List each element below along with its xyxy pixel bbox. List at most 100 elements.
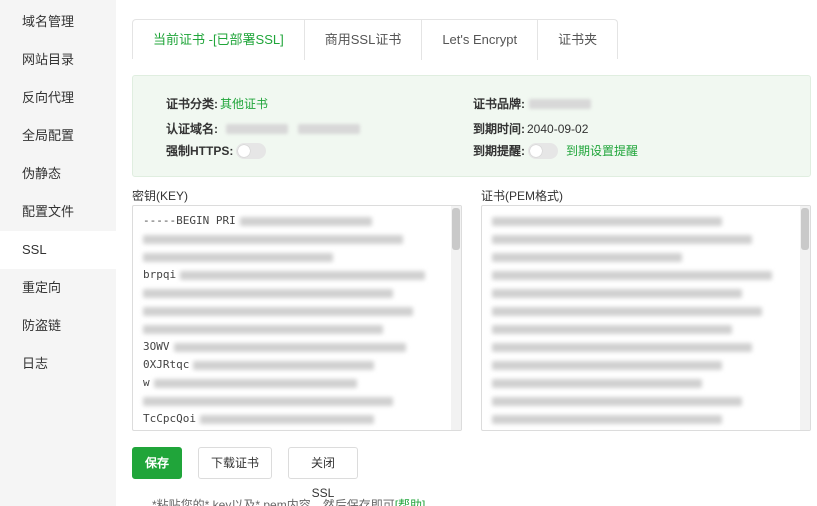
cert-redacted bbox=[492, 288, 742, 298]
cert-redacted bbox=[492, 306, 762, 316]
cert-scrollbar-thumb[interactable] bbox=[801, 208, 809, 250]
key-redacted bbox=[193, 360, 375, 370]
force-https-label: 强制HTTPS: bbox=[166, 144, 234, 158]
cert-line bbox=[492, 266, 792, 284]
key-fragment: brpqi bbox=[143, 268, 177, 281]
key-line bbox=[143, 320, 443, 338]
key-redacted bbox=[199, 414, 374, 424]
cert-line bbox=[492, 212, 792, 230]
force-https-toggle[interactable] bbox=[236, 142, 267, 159]
key-textarea[interactable]: -----BEGIN PRI brpqi 3OWV 0XJRtqc w TcCpcQoi 9… bbox=[132, 205, 462, 431]
cert-line bbox=[492, 374, 792, 392]
cert-redacted bbox=[492, 270, 772, 280]
tab-lets-encrypt[interactable]: Let's Encrypt bbox=[422, 20, 539, 60]
close-ssl-button[interactable]: 关闭SSL bbox=[288, 447, 358, 500]
tab-current-cert[interactable]: 当前证书 -[已部署SSL] bbox=[133, 20, 305, 60]
key-fragment: 0XJRtqc bbox=[143, 358, 190, 371]
cert-line bbox=[492, 338, 792, 356]
cert-line bbox=[492, 410, 792, 428]
cert-line bbox=[492, 302, 792, 320]
cert-textarea[interactable]: MDE5lemhhTW9uaX bbox=[481, 205, 811, 431]
cert-redacted bbox=[492, 360, 722, 370]
key-redacted bbox=[143, 324, 383, 334]
expiry-reminder-toggle[interactable] bbox=[528, 142, 558, 159]
sidebar-item-redirect[interactable]: 重定向 bbox=[0, 269, 116, 307]
key-redacted bbox=[173, 342, 406, 352]
cert-redacted bbox=[492, 342, 752, 352]
cert-line bbox=[492, 320, 792, 338]
cert-domain-label: 认证域名: bbox=[166, 122, 218, 136]
sidebar-item-rewrite[interactable]: 伪静态 bbox=[0, 155, 116, 193]
help-link[interactable]: [帮助] bbox=[395, 498, 426, 506]
toggle-knob bbox=[238, 144, 251, 157]
key-scrollbar-thumb[interactable] bbox=[452, 208, 460, 250]
key-fragment: TcCpcQoi bbox=[143, 412, 196, 425]
cert-expiry-value: 2040-09-02 bbox=[527, 121, 589, 136]
cert-fragment: MDE5lemhhTW9uaX bbox=[689, 428, 788, 430]
download-cert-button[interactable]: 下载证书 bbox=[198, 447, 272, 479]
sidebar-item-site-dir[interactable]: 网站目录 bbox=[0, 41, 116, 79]
cert-text-lines: MDE5lemhhTW9uaX bbox=[492, 212, 792, 430]
sidebar-item-reverse-proxy[interactable]: 反向代理 bbox=[0, 79, 116, 117]
key-line: -----BEGIN PRI bbox=[143, 212, 443, 230]
paste-tip-text: *粘贴您的*.key以及*.pem内容，然后保存即可 bbox=[152, 498, 395, 506]
tab-commercial-ssl[interactable]: 商用SSL证书 bbox=[305, 20, 423, 60]
key-line bbox=[143, 392, 443, 410]
key-line: brpqi bbox=[143, 266, 443, 284]
key-line: 3OWV bbox=[143, 338, 443, 356]
cert-brand-row: 证书品牌: bbox=[473, 95, 591, 112]
cert-redacted bbox=[492, 378, 702, 388]
expiry-reminder-row: 到期提醒: 到期设置提醒 bbox=[473, 142, 638, 159]
cert-expiry-label: 到期时间: bbox=[473, 122, 525, 136]
key-redacted bbox=[143, 396, 393, 406]
cert-line: MDE5lemhhTW9uaX bbox=[492, 428, 792, 430]
cert-info-box: 证书分类: 其他证书 认证域名: 强制HTTPS: 证书品牌: 到期时间: 20… bbox=[132, 75, 811, 177]
sidebar: 域名管理 网站目录 反向代理 全局配置 伪静态 配置文件 SSL 重定向 防盗链… bbox=[0, 0, 116, 506]
key-fragment: -----BEGIN PRI bbox=[143, 214, 236, 227]
cert-brand-label: 证书品牌: bbox=[473, 97, 525, 111]
cert-redacted bbox=[492, 216, 722, 226]
key-line bbox=[143, 248, 443, 266]
key-line: 9tLHug2pl bbox=[143, 428, 443, 430]
sidebar-item-domain[interactable]: 域名管理 bbox=[0, 3, 116, 41]
key-line bbox=[143, 230, 443, 248]
cert-domain-redacted bbox=[226, 123, 288, 134]
cert-line bbox=[492, 230, 792, 248]
key-line bbox=[143, 284, 443, 302]
force-https-row: 强制HTTPS: bbox=[166, 142, 267, 159]
sidebar-item-config-file[interactable]: 配置文件 bbox=[0, 193, 116, 231]
cert-category-value: 其他证书 bbox=[220, 97, 269, 111]
cert-redacted bbox=[492, 234, 752, 244]
paste-tip: *粘贴您的*.key以及*.pem内容，然后保存即可[帮助] bbox=[152, 496, 425, 506]
key-text-lines: -----BEGIN PRI brpqi 3OWV 0XJRtqc w TcCpcQoi 9… bbox=[143, 212, 443, 430]
key-scrollbar[interactable] bbox=[451, 206, 461, 430]
main-panel: 当前证书 -[已部署SSL] 商用SSL证书 Let's Encrypt 证书夹… bbox=[116, 0, 817, 506]
cert-scrollbar[interactable] bbox=[800, 206, 810, 430]
save-button[interactable]: 保存 bbox=[132, 447, 182, 479]
cert-domain-redacted-2 bbox=[298, 123, 360, 134]
cert-line bbox=[492, 248, 792, 266]
cert-line bbox=[492, 392, 792, 410]
cert-redacted bbox=[492, 414, 722, 424]
ssl-tabs: 当前证书 -[已部署SSL] 商用SSL证书 Let's Encrypt 证书夹 bbox=[132, 19, 619, 60]
sidebar-item-ssl[interactable]: SSL bbox=[0, 231, 116, 269]
key-redacted bbox=[143, 288, 393, 298]
set-reminder-link[interactable]: 到期设置提醒 bbox=[566, 142, 638, 159]
key-line: 0XJRtqc bbox=[143, 356, 443, 374]
cert-expiry-row: 到期时间: 2040-09-02 bbox=[473, 120, 588, 137]
cert-line bbox=[492, 356, 792, 374]
cert-category-row: 证书分类: 其他证书 bbox=[166, 95, 268, 112]
sidebar-item-log[interactable]: 日志 bbox=[0, 345, 116, 383]
key-fragment: 9tLHug2pl bbox=[143, 428, 203, 430]
sidebar-item-global-config[interactable]: 全局配置 bbox=[0, 117, 116, 155]
key-redacted bbox=[143, 234, 403, 244]
key-redacted bbox=[143, 252, 333, 262]
key-redacted bbox=[143, 306, 413, 316]
key-line: w bbox=[143, 374, 443, 392]
cert-category-label: 证书分类: bbox=[166, 97, 218, 111]
cert-redacted bbox=[492, 324, 732, 334]
sidebar-item-hotlink[interactable]: 防盗链 bbox=[0, 307, 116, 345]
expiry-reminder-label: 到期提醒: bbox=[473, 144, 525, 158]
tab-cert-folder[interactable]: 证书夹 bbox=[538, 20, 617, 60]
key-fragment: w bbox=[143, 376, 150, 389]
